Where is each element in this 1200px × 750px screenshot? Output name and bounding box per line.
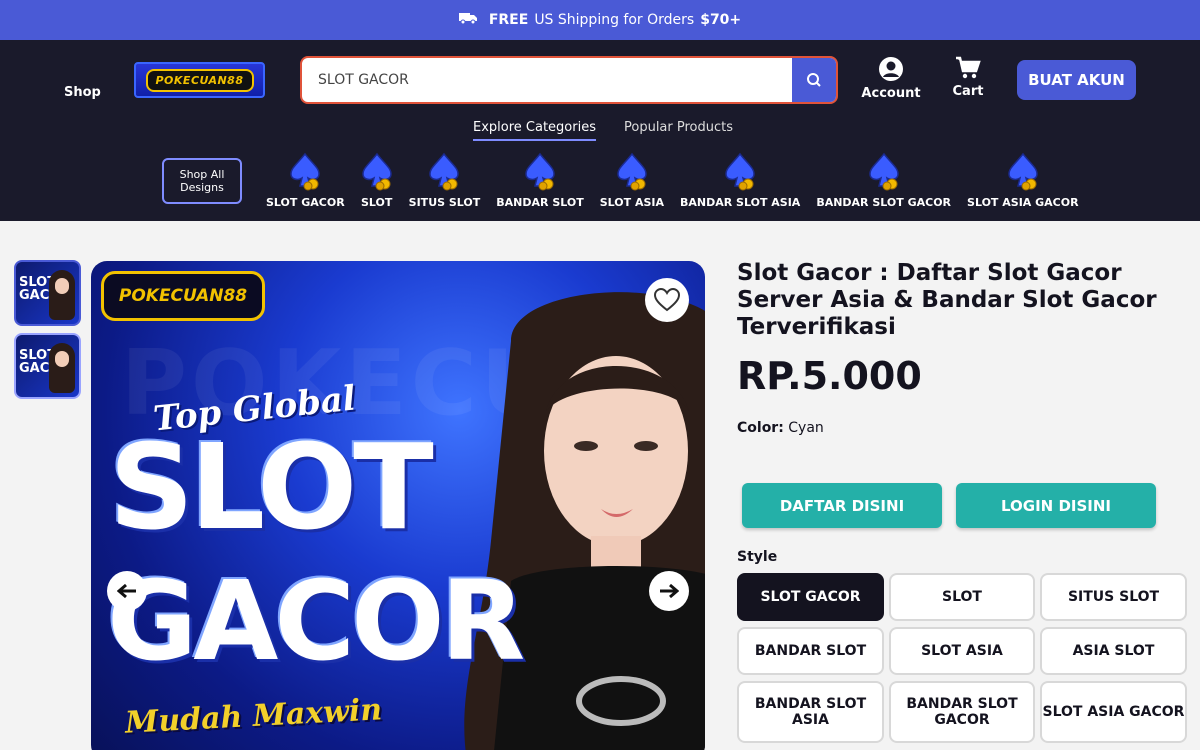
register-here-button[interactable]: DAFTAR DISINI	[742, 483, 942, 528]
category-label: BANDAR SLOT ASIA	[680, 196, 801, 209]
arrow-left-icon	[117, 583, 136, 599]
site-logo[interactable]: POKECUAN88	[134, 62, 265, 98]
spade-coin-icon	[525, 152, 555, 191]
product-image: POKECUAN88 POKECUAN88 Top Global SLOT GA…	[91, 261, 705, 750]
next-image-button[interactable]	[649, 571, 689, 611]
shop-all-button[interactable]: Shop All Designs	[162, 158, 242, 204]
promo-free: FREE	[488, 12, 529, 28]
style-option[interactable]: BANDAR SLOT GACOR	[889, 681, 1035, 743]
login-here-button[interactable]: LOGIN DISINI	[956, 483, 1156, 528]
tab-explore-categories[interactable]: Explore Categories	[473, 120, 596, 141]
category-item[interactable]: SLOT ASIA	[592, 152, 672, 209]
spade-coin-icon	[725, 152, 755, 191]
shop-link[interactable]: Shop	[64, 85, 101, 100]
spade-coin-icon	[868, 152, 899, 191]
style-option[interactable]: SLOT	[889, 573, 1035, 621]
product-title: Slot Gacor : Daftar Slot Gacor Server As…	[737, 260, 1157, 340]
spade-coin-icon	[617, 152, 647, 191]
category-item[interactable]: SLOT	[353, 152, 401, 209]
style-option[interactable]: SITUS SLOT	[1040, 573, 1187, 621]
category-label: SITUS SLOT	[408, 196, 481, 209]
site-header: Shop POKECUAN88 SLOT GACOR Account Cart …	[0, 40, 1200, 221]
promo-bar: FREE US Shipping for Orders $70+	[0, 0, 1200, 40]
spade-coin-icon	[290, 152, 321, 191]
spade-coin-icon	[361, 152, 392, 191]
category-item[interactable]: BANDAR SLOT ASIA	[672, 152, 808, 209]
account-link[interactable]: Account	[860, 56, 922, 101]
style-label: Style	[737, 549, 778, 565]
spade-coin-icon	[1008, 152, 1038, 191]
style-option[interactable]: BANDAR SLOT ASIA	[737, 681, 884, 743]
category-item[interactable]: SITUS SLOT	[401, 152, 489, 209]
cart-link[interactable]: Cart	[948, 56, 988, 99]
cart-icon	[956, 56, 981, 79]
hero-logo: POKECUAN88	[101, 271, 265, 321]
category-item[interactable]: BANDAR SLOT	[488, 152, 591, 209]
thumbnail-1[interactable]: SLOT GACOR	[14, 260, 81, 326]
style-options: SLOT GACOR SLOT SITUS SLOT BANDAR SLOT SLOT …	[737, 573, 1187, 743]
register-button[interactable]: BUAT AKUN	[1017, 60, 1136, 100]
cart-label: Cart	[952, 84, 984, 99]
prev-image-button[interactable]	[107, 571, 147, 611]
truck-icon	[458, 11, 477, 29]
category-label: BANDAR SLOT GACOR	[816, 196, 952, 209]
arrow-right-icon	[660, 583, 679, 599]
thumbnail-portrait	[49, 343, 75, 393]
favorite-button[interactable]	[645, 278, 689, 322]
search-input[interactable]: SLOT GACOR	[302, 58, 792, 102]
category-label: SLOT ASIA GACOR	[967, 196, 1079, 209]
thumbnail-2[interactable]: SLOT GACOR	[14, 333, 81, 399]
product-price: RP.5.000	[737, 354, 922, 398]
heart-icon	[654, 288, 680, 312]
search-bar[interactable]: SLOT GACOR	[300, 56, 838, 104]
account-label: Account	[861, 86, 921, 101]
category-item[interactable]: SLOT GACOR	[258, 152, 353, 209]
thumbnail-list: SLOT GACOR SLOT GACOR	[14, 260, 81, 406]
promo-amount: $70+	[700, 12, 742, 28]
tab-popular-products[interactable]: Popular Products	[624, 120, 733, 141]
thumbnail-portrait	[49, 270, 75, 320]
category-label: SLOT	[360, 196, 393, 209]
color-label: Color:	[737, 420, 784, 436]
search-button[interactable]	[792, 58, 836, 102]
promo-text: US Shipping for Orders	[534, 12, 695, 28]
category-strip: SLOT GACOR SLOT SITUS SLOT BANDAR SLOT SLOT …	[258, 152, 1087, 209]
style-option[interactable]: SLOT ASIA GACOR	[1040, 681, 1187, 743]
style-option[interactable]: SLOT ASIA	[889, 627, 1035, 675]
style-option[interactable]: BANDAR SLOT	[737, 627, 884, 675]
hero-subline: Mudah Maxwin	[124, 692, 384, 741]
style-option[interactable]: SLOT GACOR	[737, 573, 884, 621]
color-selection: Color: Cyan	[737, 420, 824, 436]
category-item[interactable]: BANDAR SLOT GACOR	[808, 152, 959, 209]
logo-text: POKECUAN88	[145, 68, 254, 92]
spade-coin-icon	[429, 152, 460, 191]
hero-headline-2: GACOR	[107, 557, 525, 685]
category-tabs: Explore Categories Popular Products	[473, 120, 733, 141]
hero-headline-1: SLOT	[109, 418, 434, 556]
search-icon	[807, 73, 821, 87]
category-item[interactable]: SLOT ASIA GACOR	[959, 152, 1087, 209]
category-label: SLOT GACOR	[266, 196, 345, 209]
style-option[interactable]: ASIA SLOT	[1040, 627, 1187, 675]
user-icon	[879, 57, 903, 81]
category-label: SLOT ASIA	[599, 196, 664, 209]
color-value: Cyan	[788, 420, 824, 436]
category-label: BANDAR SLOT	[496, 196, 584, 209]
